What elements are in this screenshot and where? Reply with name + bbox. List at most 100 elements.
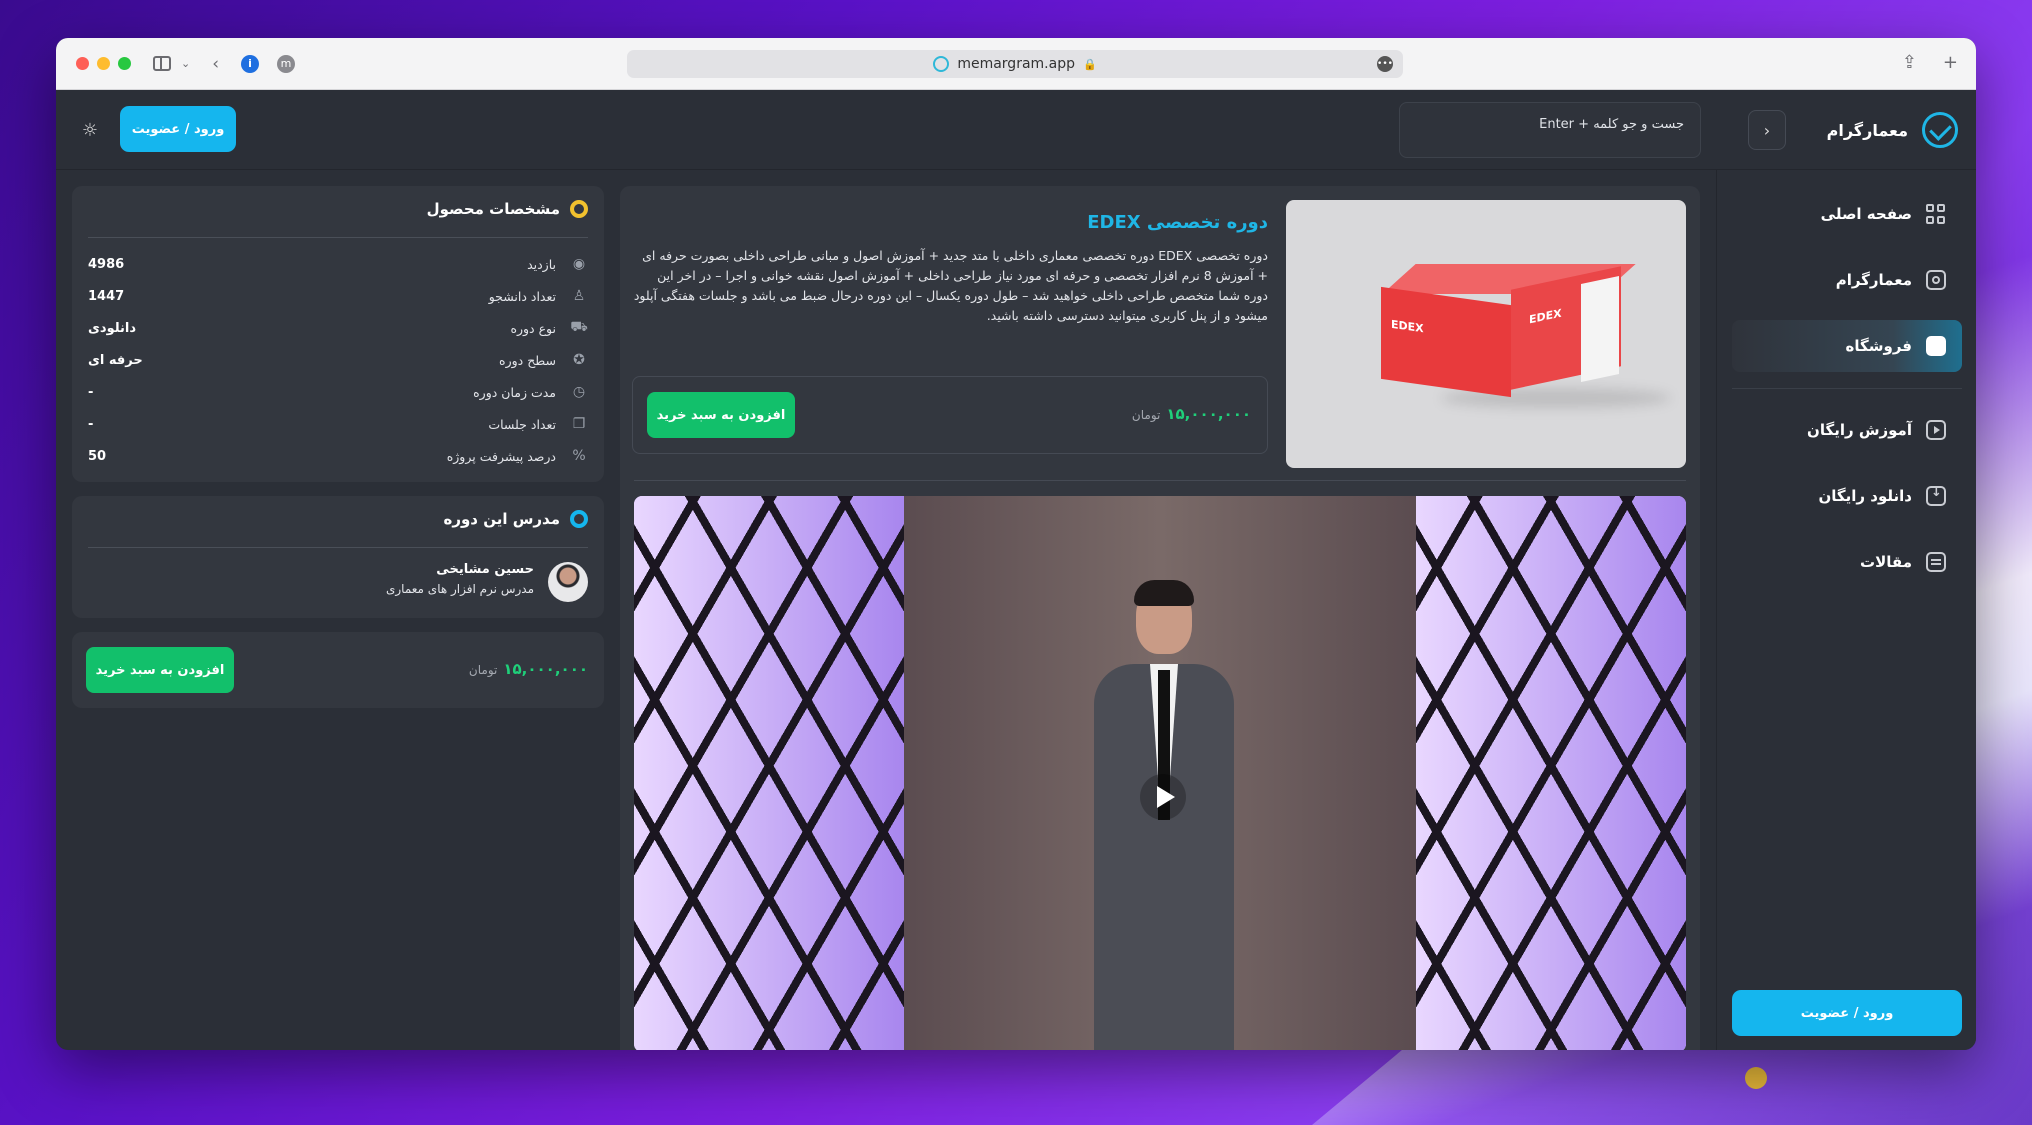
specs-header: مشخصات محصول	[427, 200, 588, 218]
sidebar: صفحه اصلی معمارگرام فروشگاه آموزش رایگان…	[1716, 170, 1976, 1050]
back-icon[interactable]: ‹	[212, 54, 219, 74]
spec-label: درصد پیشرفت پروژه	[446, 448, 556, 464]
sessions-icon: ❐	[572, 416, 586, 432]
brand-name: معمارگرام	[1826, 120, 1908, 140]
sidebar-item-label: آموزش رایگان	[1807, 421, 1912, 439]
spec-row-duration: - مدت زمان دوره ◷	[88, 380, 588, 404]
product-specs-card: مشخصات محصول 4986 بازدید ◉ 1447 تعداد دان…	[72, 186, 604, 482]
spec-value: 4986	[88, 256, 125, 272]
price-value: ۱۵,۰۰۰,۰۰۰	[503, 660, 588, 678]
video-lattice-right	[1416, 496, 1686, 1050]
specs-divider	[88, 237, 588, 238]
teacher-dot-icon	[570, 510, 588, 528]
brand[interactable]: معمارگرام	[1827, 112, 1958, 148]
header-login-button[interactable]: ورود / عضویت	[120, 106, 236, 152]
product-description: دوره تخصصی EDEX دوره تخصصی معماری داخلی …	[633, 248, 1268, 323]
specs-title: مشخصات محصول	[426, 200, 560, 218]
course-video-player[interactable]	[634, 496, 1686, 1050]
minimize-window-button[interactable]	[97, 57, 110, 70]
play-video-icon[interactable]	[1140, 774, 1186, 820]
new-tab-icon[interactable]: +	[1943, 52, 1958, 73]
password-extension-icon[interactable]: i	[241, 54, 260, 73]
sidebar-item-shop[interactable]: فروشگاه	[1732, 320, 1962, 372]
search-input[interactable]: جست و جو کلمه + Enter	[1399, 102, 1701, 158]
browser-toolbar: ⌄ ‹ i m memargram.app 🔒 ••• ⇪ +	[56, 38, 1976, 90]
sidebar-item-label: صفحه اصلی	[1820, 205, 1912, 223]
spec-value: 1447	[88, 288, 125, 304]
sidebar-divider	[1732, 388, 1962, 389]
browser-window: ⌄ ‹ i m memargram.app 🔒 ••• ⇪ + معمارگرا…	[56, 38, 1976, 1050]
video-lattice-left	[634, 496, 904, 1050]
spec-label: سطح دوره	[499, 352, 556, 368]
window-controls	[76, 57, 131, 70]
spec-value: 50	[88, 448, 107, 464]
teacher-role: مدرس نرم افزار های معماری	[385, 582, 534, 596]
price: ۱۵,۰۰۰,۰۰۰ تومان	[1132, 405, 1251, 423]
desktop-dot	[1745, 1067, 1767, 1089]
sidebar-item-label: مقالات	[1860, 553, 1912, 571]
sidebar-item-label: معمارگرام	[1835, 271, 1912, 289]
level-icon: ✪	[573, 352, 585, 368]
spec-value: دانلودی	[88, 320, 137, 336]
camera-icon	[1926, 270, 1946, 290]
price-value: ۱۵,۰۰۰,۰۰۰	[1166, 405, 1251, 423]
sidebar-item-label: دانلود رایگان	[1818, 487, 1913, 505]
spec-row-sessions: - تعداد جلسات ❐	[88, 412, 588, 436]
share-icon[interactable]: ⇪	[1902, 52, 1917, 73]
product-title: دوره تخصصی EDEX	[1087, 212, 1268, 233]
sidebar-item-label: فروشگاه	[1845, 337, 1912, 355]
spec-row-students: 1447 تعداد دانشجو ♙	[88, 284, 588, 308]
price: ۱۵,۰۰۰,۰۰۰ تومان	[469, 660, 588, 678]
site-favicon-icon	[933, 56, 950, 72]
specs-dot-icon	[570, 200, 588, 218]
spec-row-progress: 50 درصد پیشرفت پروژه%	[88, 444, 588, 468]
download-icon	[1926, 485, 1946, 506]
close-window-button[interactable]	[76, 57, 89, 70]
purchase-box: ۱۵,۰۰۰,۰۰۰ تومان افزودن به سبد خرید	[632, 376, 1268, 454]
sidebar-toggle-icon[interactable]	[153, 56, 171, 71]
percent-icon: %	[572, 448, 586, 464]
add-to-cart-button-secondary[interactable]: افزودن به سبد خرید	[86, 647, 234, 693]
lock-icon: 🔒	[1082, 57, 1097, 71]
sidebar-item-articles[interactable]: مقالات	[1732, 536, 1962, 588]
eye-icon: ◉	[572, 256, 586, 272]
spec-label: مدت زمان دوره	[473, 384, 556, 400]
spec-label: نوع دوره	[510, 320, 556, 336]
sidebar-item-home[interactable]: صفحه اصلی	[1732, 188, 1962, 240]
sidebar-purchase-card: ۱۵,۰۰۰,۰۰۰ تومان افزودن به سبد خرید	[72, 632, 604, 708]
section-divider	[634, 480, 1686, 481]
sidebar-item-free-downloads[interactable]: دانلود رایگان	[1732, 470, 1962, 522]
chevron-down-icon[interactable]: ⌄	[181, 57, 190, 70]
sidebar-collapse-button[interactable]: ›	[1748, 110, 1786, 150]
play-icon	[1926, 420, 1946, 440]
teacher-avatar[interactable]	[548, 562, 588, 602]
teacher-name[interactable]: حسین مشایخی	[436, 562, 534, 577]
price-currency: تومان	[1131, 408, 1161, 422]
teacher-header: مدرس این دوره	[443, 510, 588, 528]
address-bar[interactable]: memargram.app 🔒 •••	[627, 50, 1403, 78]
spec-label: تعداد جلسات	[488, 416, 556, 432]
shop-icon	[1926, 336, 1946, 356]
maximize-window-button[interactable]	[118, 57, 131, 70]
truck-icon: ⛟	[570, 319, 588, 335]
spec-value: -	[88, 416, 94, 432]
spec-label: تعداد دانشجو	[488, 288, 556, 304]
user-icon: ♙	[572, 288, 586, 304]
spec-value: -	[88, 384, 94, 400]
add-to-cart-button[interactable]: افزودن به سبد خرید	[647, 392, 795, 438]
teacher-card-title: مدرس این دوره	[443, 510, 560, 528]
extension-m-icon[interactable]: m	[277, 54, 296, 73]
grid-icon	[1926, 204, 1946, 224]
sidebar-login-button[interactable]: ورود / عضویت	[1732, 990, 1962, 1036]
price-currency: تومان	[468, 663, 498, 677]
spec-label: بازدید	[527, 256, 556, 272]
sidebar-item-memargram[interactable]: معمارگرام	[1732, 254, 1962, 306]
clock-icon: ◷	[572, 384, 586, 400]
spec-row-views: 4986 بازدید ◉	[88, 252, 588, 276]
sidebar-item-free-courses[interactable]: آموزش رایگان	[1732, 404, 1962, 456]
url-text: memargram.app	[957, 56, 1075, 72]
spec-row-level: حرفه ای سطح دوره ✪	[88, 348, 588, 372]
theme-toggle-icon[interactable]: ☼	[80, 120, 100, 141]
brand-logo-icon	[1922, 112, 1958, 148]
more-options-icon[interactable]: •••	[1377, 56, 1393, 72]
